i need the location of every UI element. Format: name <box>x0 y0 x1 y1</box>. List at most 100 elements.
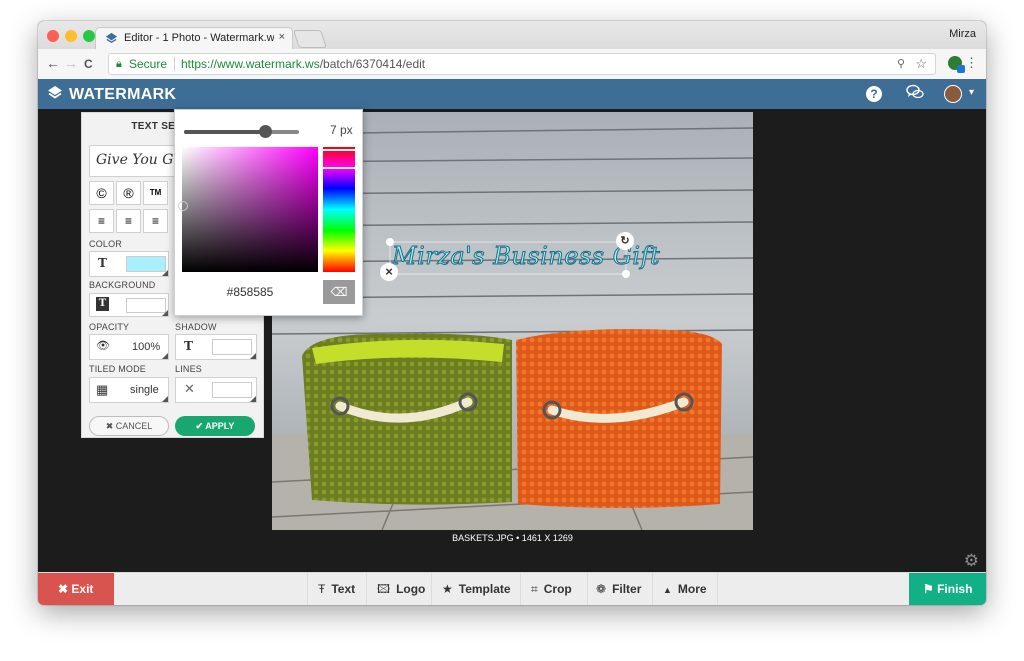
tiled-mode-selector[interactable]: ▦ single <box>89 377 169 403</box>
text-tool-label: Text <box>331 582 356 596</box>
size-slider-handle[interactable] <box>259 125 272 138</box>
dropdown-corner-icon <box>250 396 256 402</box>
url-field[interactable]: 🔒︎ Secure https://www.watermark.ws/batch… <box>108 53 936 75</box>
opacity-selector[interactable]: 👁 100% <box>89 334 169 360</box>
profile-name[interactable]: Mirza <box>949 28 976 40</box>
lines-color-swatch <box>212 382 252 398</box>
exit-label: ✖ Exit <box>58 582 94 596</box>
lock-icon: 🔒︎ <box>116 58 122 70</box>
text-tool-button[interactable]: Ŧ Text <box>307 573 366 605</box>
url-path: /batch/6370414/edit <box>319 57 426 71</box>
text-color-picker[interactable]: T <box>89 251 169 277</box>
app-header: WATERMARK ? ▾ <box>38 79 986 109</box>
brand-logo[interactable]: WATERMARK <box>47 85 176 104</box>
image-caption: BASKETS.JPG • 1461 X 1269 <box>452 533 573 543</box>
size-slider[interactable] <box>184 125 299 138</box>
reload-icon[interactable]: C <box>84 57 93 71</box>
registered-symbol-button[interactable]: ® <box>116 181 141 205</box>
hue-marker[interactable] <box>323 167 355 169</box>
filter-tool-label: Filter <box>612 582 642 596</box>
lines-picker[interactable]: ✕ <box>175 377 257 403</box>
size-slider-fill <box>184 130 265 134</box>
copyright-symbol-button[interactable]: © <box>89 181 114 205</box>
url-host: https://www.watermark.ws <box>181 57 320 71</box>
delete-watermark-icon[interactable]: × <box>380 263 398 281</box>
shadow-color-swatch <box>212 339 252 355</box>
trademark-symbol-button[interactable]: TM <box>143 181 168 205</box>
url-separator <box>174 57 175 71</box>
cancel-button[interactable]: ✖ CANCEL <box>89 416 169 436</box>
align-center-button[interactable]: ≡ <box>116 209 141 233</box>
editor-workspace: Mirza's Business Gift × ↻ BASKETS.JPG • … <box>38 109 986 572</box>
address-bar-row: ← → C 🔒︎ Secure https://www.watermark.ws… <box>38 49 986 80</box>
saturation-cursor[interactable] <box>178 201 188 211</box>
help-icon[interactable]: ? <box>866 86 882 102</box>
template-star-icon: ★ <box>442 582 453 596</box>
maximize-window-button[interactable] <box>83 30 95 42</box>
new-tab-button[interactable] <box>293 30 327 48</box>
browser-menu-icon[interactable]: ⋮ <box>965 55 978 71</box>
apply-button[interactable]: ✔ APPLY <box>175 416 255 436</box>
background-color-picker[interactable]: T <box>89 293 169 317</box>
shadow-icon: T <box>184 339 193 353</box>
size-value: 7 px <box>330 123 353 137</box>
extension-icon[interactable] <box>948 56 965 73</box>
watermark-favicon-icon <box>105 32 118 44</box>
url-text: https://www.watermark.ws/batch/6370414/e… <box>181 54 425 74</box>
title-bar: Editor - 1 Photo - Watermark.ws × Mirza <box>38 21 986 50</box>
filter-tool-button[interactable]: ❁ Filter <box>587 573 652 605</box>
zoom-icon[interactable]: ⚲ <box>897 54 905 74</box>
secure-label: Secure <box>129 57 168 71</box>
background-label: BACKGROUND <box>89 280 156 290</box>
finish-button[interactable]: ⚑ Finish <box>909 573 986 605</box>
crop-tool-button[interactable]: ⌗ Crop <box>520 573 587 605</box>
template-tool-label: Template <box>458 582 511 596</box>
lines-label: LINES <box>175 364 203 374</box>
opacity-label: OPACITY <box>89 322 130 332</box>
dropdown-corner-icon <box>162 396 168 402</box>
extension-badge <box>957 65 965 73</box>
shadow-label: SHADOW <box>175 322 217 332</box>
hue-slider[interactable] <box>323 147 355 272</box>
text-color-icon: T <box>98 256 107 270</box>
back-arrow-icon[interactable]: ← <box>46 55 60 71</box>
color-label: COLOR <box>89 239 123 249</box>
template-tool-button[interactable]: ★ Template <box>431 573 520 605</box>
more-tool-label: More <box>677 582 707 596</box>
browser-window: Editor - 1 Photo - Watermark.ws × Mirza … <box>38 21 986 605</box>
opacity-value: 100% <box>132 341 161 353</box>
exit-button[interactable]: ✖ Exit <box>38 573 114 605</box>
logo-tool-label: Logo <box>396 582 426 596</box>
hex-color-value[interactable]: #858585 <box>182 278 318 306</box>
hue-marker-top[interactable] <box>323 149 355 151</box>
crop-icon: ⌗ <box>531 582 538 596</box>
chat-bubbles-icon[interactable] <box>906 84 924 103</box>
browser-tab[interactable]: Editor - 1 Photo - Watermark.ws × <box>95 27 293 50</box>
more-tool-button[interactable]: ▲ More <box>652 573 718 605</box>
avatar-dropdown-caret-icon[interactable]: ▾ <box>969 87 974 98</box>
rotate-watermark-icon[interactable]: ↻ <box>616 232 634 250</box>
bottom-toolbar: ✖ Exit Ŧ Text 🖾 Logo ★ Template ⌗ Crop ❁ Filt… <box>38 572 986 605</box>
color-picker-popover: 7 px #858585 ⌫ <box>174 109 363 316</box>
align-left-button[interactable]: ≡ <box>89 209 114 233</box>
user-avatar[interactable] <box>944 85 962 103</box>
bookmark-star-icon[interactable]: ☆ <box>915 54 927 74</box>
saturation-value-area[interactable] <box>178 147 318 272</box>
text-color-swatch <box>126 256 166 272</box>
eraser-icon[interactable]: ⌫ <box>323 280 355 304</box>
tab-close-icon[interactable]: × <box>279 31 285 43</box>
more-caret-icon: ▲ <box>663 585 672 595</box>
align-right-button[interactable]: ≡ <box>143 209 168 233</box>
forward-arrow-icon[interactable]: → <box>64 55 78 71</box>
close-window-button[interactable] <box>47 30 59 42</box>
filter-icon: ❁ <box>596 582 607 596</box>
shadow-picker[interactable]: T <box>175 334 257 360</box>
tab-title: Editor - 1 Photo - Watermark.ws <box>124 32 274 44</box>
logo-tool-button[interactable]: 🖾 Logo <box>366 573 431 605</box>
minimize-window-button[interactable] <box>65 30 77 42</box>
watermark-logo-icon <box>48 86 62 99</box>
tiled-mode-value: single <box>130 384 159 396</box>
dropdown-corner-icon <box>162 353 168 359</box>
settings-gear-icon[interactable]: ⚙ <box>964 551 979 571</box>
chat-svg <box>906 84 924 99</box>
